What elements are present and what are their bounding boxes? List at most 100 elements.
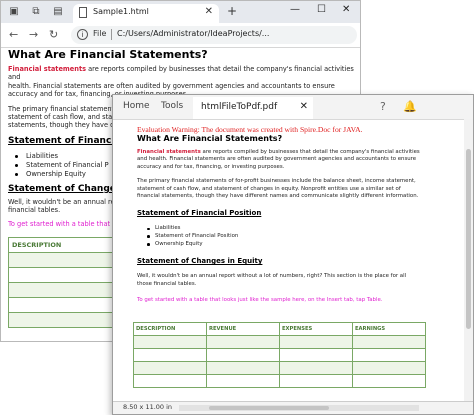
address-separator: [111, 29, 112, 40]
list-item: Ownership Equity: [137, 241, 437, 249]
list-item: Liabilities: [137, 225, 437, 233]
intro-highlight: Financial statements: [137, 149, 201, 155]
table-cell: [133, 361, 207, 375]
p2-line: statement of cash flow, and statem: [8, 113, 126, 122]
table-header-cell: EARNINGS: [352, 322, 426, 336]
help-icon[interactable]: ?: [380, 100, 386, 113]
page-size: 8.50 x 11.00 in: [123, 403, 173, 411]
table-header-cell: EXPENSES: [279, 322, 353, 336]
scroll-thumb[interactable]: [466, 149, 471, 329]
forward-icon[interactable]: →: [29, 28, 38, 41]
table-cell: [279, 374, 353, 388]
table-cell: [8, 297, 114, 313]
page-heading: What Are Financial Statements?: [8, 48, 208, 61]
browser-table: DESCRIPTION: [8, 237, 114, 328]
notification-bell-icon[interactable]: 🔔: [403, 100, 417, 113]
table-cell: [279, 348, 353, 362]
address-bar: ← → ↻ i File C:/Users/Administrator/Idea…: [1, 23, 360, 48]
table-cell: [8, 252, 114, 268]
pdf-tab[interactable]: htmlFileToPdf.pdf ✕: [193, 97, 313, 119]
intro-paragraph: Financial statements are reports compile…: [137, 149, 437, 171]
table-row: [133, 374, 426, 388]
table-cell: [8, 267, 114, 283]
pdf-status-bar: 8.50 x 11.00 in: [113, 401, 473, 414]
url-box[interactable]: i File C:/Users/Administrator/IdeaProjec…: [71, 26, 357, 44]
scroll-thumb[interactable]: [209, 406, 329, 410]
intro-line: are reports compiled by businesses that …: [200, 149, 420, 155]
table-row: [8, 282, 114, 298]
table-cell: [206, 348, 280, 362]
table-header-cell: DESCRIPTION: [133, 322, 207, 336]
p2-line: statement of cash flow, and statement of…: [137, 185, 401, 192]
back-icon[interactable]: ←: [9, 28, 18, 41]
p3-line: those financial tables.: [137, 280, 197, 287]
table-cell: [133, 335, 207, 349]
table-row: [133, 335, 426, 349]
new-tab-icon[interactable]: +: [227, 4, 237, 18]
table-cell: [206, 335, 280, 349]
table-cell: [206, 361, 280, 375]
file-icon: [78, 7, 89, 19]
table-cell: [206, 374, 280, 388]
maximize-icon[interactable]: ☐: [317, 4, 326, 15]
evaluation-warning: Evaluation Warning: The document was cre…: [137, 125, 363, 134]
intro-line: and health. Financial statements are oft…: [137, 156, 417, 163]
minimize-icon[interactable]: —: [290, 4, 300, 15]
table-cell: [352, 374, 426, 388]
table-row: [8, 252, 114, 268]
pdf-viewer-window: Home Tools htmlFileToPdf.pdf ✕ ? 🔔 Evalu…: [112, 94, 474, 415]
table-cell: [279, 361, 353, 375]
pdf-tab-title: htmlFileToPdf.pdf: [201, 102, 278, 112]
pdf-heading: What Are Financial Statements?: [137, 134, 283, 143]
address-label: File: [93, 29, 107, 38]
paragraph-2: The primary financial statements of for-…: [137, 178, 437, 200]
table-cell: [352, 348, 426, 362]
intro-line: health. Financial statements are often a…: [8, 81, 335, 90]
vertical-scrollbar[interactable]: [464, 119, 473, 401]
table-row: [8, 297, 114, 313]
paragraph-3: Well, it wouldn't be an annual report wi…: [137, 273, 437, 288]
menu-home[interactable]: Home: [123, 101, 150, 111]
section-heading-financial-position: Statement of Financial Position: [137, 209, 262, 218]
refresh-icon[interactable]: ↻: [49, 28, 58, 41]
url-text[interactable]: C:/Users/Administrator/IdeaProjects/...: [117, 29, 269, 38]
pdf-menu-bar: Home Tools htmlFileToPdf.pdf ✕ ? 🔔: [113, 95, 473, 120]
table-header-cell: DESCRIPTION: [8, 237, 114, 253]
p3-line: Well, it wouldn't be an annual report wi…: [137, 273, 407, 280]
table-cell: [8, 282, 114, 298]
workspaces-icon[interactable]: ▣: [7, 5, 21, 19]
close-tab-icon[interactable]: ✕: [300, 101, 308, 112]
browser-tab[interactable]: Sample1.html ✕: [73, 4, 219, 23]
table-row: DESCRIPTION REVENUE EXPENSES EARNINGS: [133, 322, 426, 336]
menu-tools[interactable]: Tools: [161, 101, 183, 111]
section-heading-changes-equity: Statement of Changes in Equity: [137, 257, 263, 266]
p2-line: statements, though they have di: [8, 121, 117, 130]
pdf-table: DESCRIPTION REVENUE EXPENSES EARNINGS: [133, 322, 426, 388]
table-cell: [133, 348, 207, 362]
intro-line: accuracy and for tax, financing, or inve…: [137, 163, 285, 170]
info-icon[interactable]: i: [77, 29, 88, 40]
table-row: [133, 348, 426, 362]
p3-line: financial tables.: [8, 206, 61, 215]
table-cell: [8, 312, 114, 328]
list-item: Statement of Financial Position: [137, 233, 437, 241]
table-row: [133, 361, 426, 375]
table-cell: [352, 335, 426, 349]
bullet-list: Liabilities Statement of Financial Posit…: [137, 225, 437, 248]
table-header-cell: REVENUE: [206, 322, 280, 336]
tab-collections-icon[interactable]: ⧉: [29, 5, 43, 19]
browser-tab-bar: ▣ ⧉ ▤ Sample1.html ✕ + — ☐ ✕: [1, 1, 360, 23]
table-row: [8, 267, 114, 283]
horizontal-scrollbar[interactable]: [179, 405, 419, 411]
p2-line: The primary financial statements: [8, 104, 118, 113]
table-cell: [279, 335, 353, 349]
vertical-tabs-icon[interactable]: ▤: [51, 5, 65, 19]
close-tab-icon[interactable]: ✕: [205, 6, 213, 17]
close-window-icon[interactable]: ✕: [342, 4, 350, 15]
intro-highlight: Financial statements: [8, 65, 87, 73]
p2-line: financial statements, though they have d…: [137, 193, 419, 200]
browser-tab-title: Sample1.html: [93, 7, 149, 16]
table-row: DESCRIPTION: [8, 237, 114, 253]
pdf-page-content: Evaluation Warning: The document was cre…: [137, 125, 437, 303]
p2-line: The primary financial statements of for-…: [137, 178, 416, 185]
